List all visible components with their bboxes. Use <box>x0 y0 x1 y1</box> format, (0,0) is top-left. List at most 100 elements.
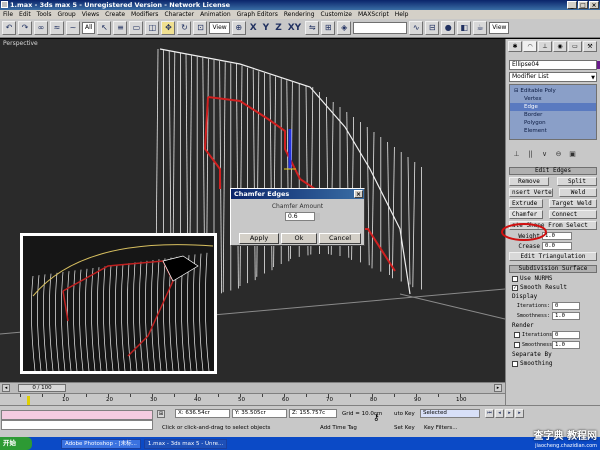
x-coordinate-field[interactable]: X: 636.54cr <box>175 409 230 418</box>
pivot-center-icon[interactable]: ⊕ <box>231 21 246 35</box>
motion-tab-icon[interactable]: ◉ <box>553 41 567 52</box>
unlink-icon[interactable]: ≈ <box>50 21 64 35</box>
redo-icon[interactable]: ↷ <box>18 21 32 35</box>
menu-help[interactable]: Help <box>395 10 409 19</box>
show-end-result-icon[interactable]: || <box>526 150 535 159</box>
configure-sets-icon[interactable]: ▣ <box>568 150 577 159</box>
insert-vertex-button[interactable]: nsert Vertex <box>509 188 553 197</box>
go-to-start-icon[interactable]: ⏮ <box>485 409 494 418</box>
lock-selection-icon[interactable]: ⊞ <box>157 410 165 418</box>
quick-render-icon[interactable]: ☕ <box>473 21 488 35</box>
menu-customize[interactable]: Customize <box>321 10 353 19</box>
ok-button[interactable]: Ok <box>281 233 317 244</box>
menu-maxscript[interactable]: MAXScript <box>358 10 389 19</box>
display-tab-icon[interactable]: ▭ <box>568 41 582 52</box>
use-nurms-checkbox[interactable]: Use NURMS <box>512 275 597 282</box>
select-by-name-icon[interactable]: ≡ <box>113 21 128 35</box>
time-slider[interactable]: 0 / 100 <box>18 384 66 392</box>
menu-animation[interactable]: Animation <box>200 10 231 19</box>
weld-button[interactable]: Weld <box>559 188 597 197</box>
spinner-arrows-icon[interactable] <box>315 213 320 220</box>
menu-views[interactable]: Views <box>82 10 99 19</box>
chamfer-button[interactable]: Chamfer <box>509 210 543 219</box>
add-time-tag-button[interactable]: Add Time Tag <box>320 425 357 431</box>
menu-character[interactable]: Character <box>164 10 194 19</box>
smoothing-box[interactable] <box>512 360 518 367</box>
keyframe-marker[interactable] <box>27 396 30 405</box>
maxscript-listener-pink[interactable] <box>1 410 153 420</box>
start-button[interactable]: 开始 <box>0 437 32 450</box>
move-icon[interactable]: ✥ <box>161 21 176 35</box>
stack-item-vertex[interactable]: Vertex <box>510 95 596 103</box>
menu-edit[interactable]: Edit <box>19 10 31 19</box>
stack-item-edge[interactable]: Edge <box>510 103 596 111</box>
cancel-button[interactable]: Cancel <box>319 233 361 244</box>
split-button[interactable]: Split <box>557 177 597 186</box>
crease-input[interactable]: 0.0 <box>542 242 572 250</box>
render-iterations-input[interactable]: 0 <box>552 331 580 339</box>
coord-system-dropdown[interactable]: View <box>209 22 230 34</box>
material-editor-icon[interactable]: ● <box>441 21 456 35</box>
link-icon[interactable]: ∞ <box>34 21 48 35</box>
close-button[interactable]: × <box>589 1 599 9</box>
menu-tools[interactable]: Tools <box>37 10 52 19</box>
stack-item-polygon[interactable]: Polygon <box>510 119 596 127</box>
stack-item-editable-poly[interactable]: ⊟ Editable Poly <box>510 87 596 95</box>
align-icon[interactable]: ⊞ <box>321 21 336 35</box>
subdivision-rollout-header[interactable]: Subdivision Surface <box>509 265 597 273</box>
menu-group[interactable]: Group <box>57 10 75 19</box>
maximize-button[interactable]: □ <box>578 1 588 9</box>
extrude-button[interactable]: Extrude <box>509 199 543 208</box>
utilities-tab-icon[interactable]: ⚒ <box>583 41 597 52</box>
smooth-result-box[interactable]: ✓ <box>512 284 518 291</box>
key-filters-button[interactable]: Key Filters... <box>424 425 457 431</box>
axis-y-button[interactable]: Y <box>261 23 272 33</box>
schematic-icon[interactable]: ⊟ <box>425 21 440 35</box>
menu-rendering[interactable]: Rendering <box>284 10 315 19</box>
named-selection-dropdown[interactable] <box>353 22 408 34</box>
remove-modifier-icon[interactable]: ⊖ <box>554 150 563 159</box>
hierarchy-tab-icon[interactable]: ⊥ <box>538 41 552 52</box>
menu-create[interactable]: Create <box>105 10 125 19</box>
task-3dsmax[interactable]: 1.max - 3ds max 5 - Unre... <box>143 438 228 449</box>
smoothing-checkbox[interactable]: Smoothing <box>512 360 597 367</box>
render-smoothness-checkbox[interactable] <box>514 342 520 348</box>
selection-filter-dropdown[interactable]: All <box>82 22 96 34</box>
render-scene-icon[interactable]: ◧ <box>457 21 472 35</box>
stack-item-element[interactable]: Element <box>510 127 596 135</box>
layer-icon[interactable]: ◈ <box>337 21 352 35</box>
undo-icon[interactable]: ↶ <box>2 21 16 35</box>
minimize-button[interactable]: _ <box>567 1 577 9</box>
smooth-result-checkbox[interactable]: ✓ Smooth Result <box>512 284 597 291</box>
z-coordinate-field[interactable]: Z: 155.757c <box>289 409 337 418</box>
create-tab-icon[interactable]: ✱ <box>508 41 522 52</box>
render-view-dropdown[interactable]: View <box>489 22 510 34</box>
display-iterations-input[interactable]: 0 <box>552 302 580 310</box>
next-frame-icon[interactable]: ▸ <box>494 384 502 392</box>
axis-x-button[interactable]: X <box>248 23 259 33</box>
menu-graph-editors[interactable]: Graph Editors <box>237 10 278 19</box>
modify-tab-icon[interactable]: ◠ <box>523 41 537 52</box>
maxscript-listener-white[interactable] <box>1 420 153 430</box>
task-photoshop[interactable]: Adobe Photoshop - [未标... <box>61 438 141 449</box>
y-coordinate-field[interactable]: Y: 35.505cr <box>232 409 287 418</box>
pin-stack-icon[interactable]: ⊥ <box>512 150 521 159</box>
stack-item-border[interactable]: Border <box>510 111 596 119</box>
apply-button[interactable]: Apply <box>239 233 279 244</box>
window-crossing-icon[interactable]: ◫ <box>145 21 160 35</box>
key-mode-dropdown[interactable]: Selected <box>420 409 480 418</box>
axis-xy-button[interactable]: XY <box>286 23 303 33</box>
object-name-field[interactable]: Ellipse04 <box>509 60 600 70</box>
previous-key-icon[interactable]: ◂ <box>495 409 504 418</box>
timeline-ruler[interactable]: 10 20 30 40 50 60 70 80 90 100 <box>0 393 505 405</box>
curve-editor-icon[interactable]: ∿ <box>409 21 424 35</box>
viewport-label[interactable]: Perspective <box>3 40 38 47</box>
menu-modifiers[interactable]: Modifiers <box>131 10 158 19</box>
axis-z-button[interactable]: Z <box>273 23 284 33</box>
chamfer-amount-input[interactable]: 0.6 <box>285 212 320 221</box>
select-object-icon[interactable]: ↖ <box>97 21 112 35</box>
next-key-icon[interactable]: ▸ <box>515 409 524 418</box>
target-weld-button[interactable]: Target Weld <box>549 199 597 208</box>
set-key-button[interactable]: Set Key <box>394 425 415 431</box>
key-icon[interactable]: ⚷ <box>373 413 380 423</box>
